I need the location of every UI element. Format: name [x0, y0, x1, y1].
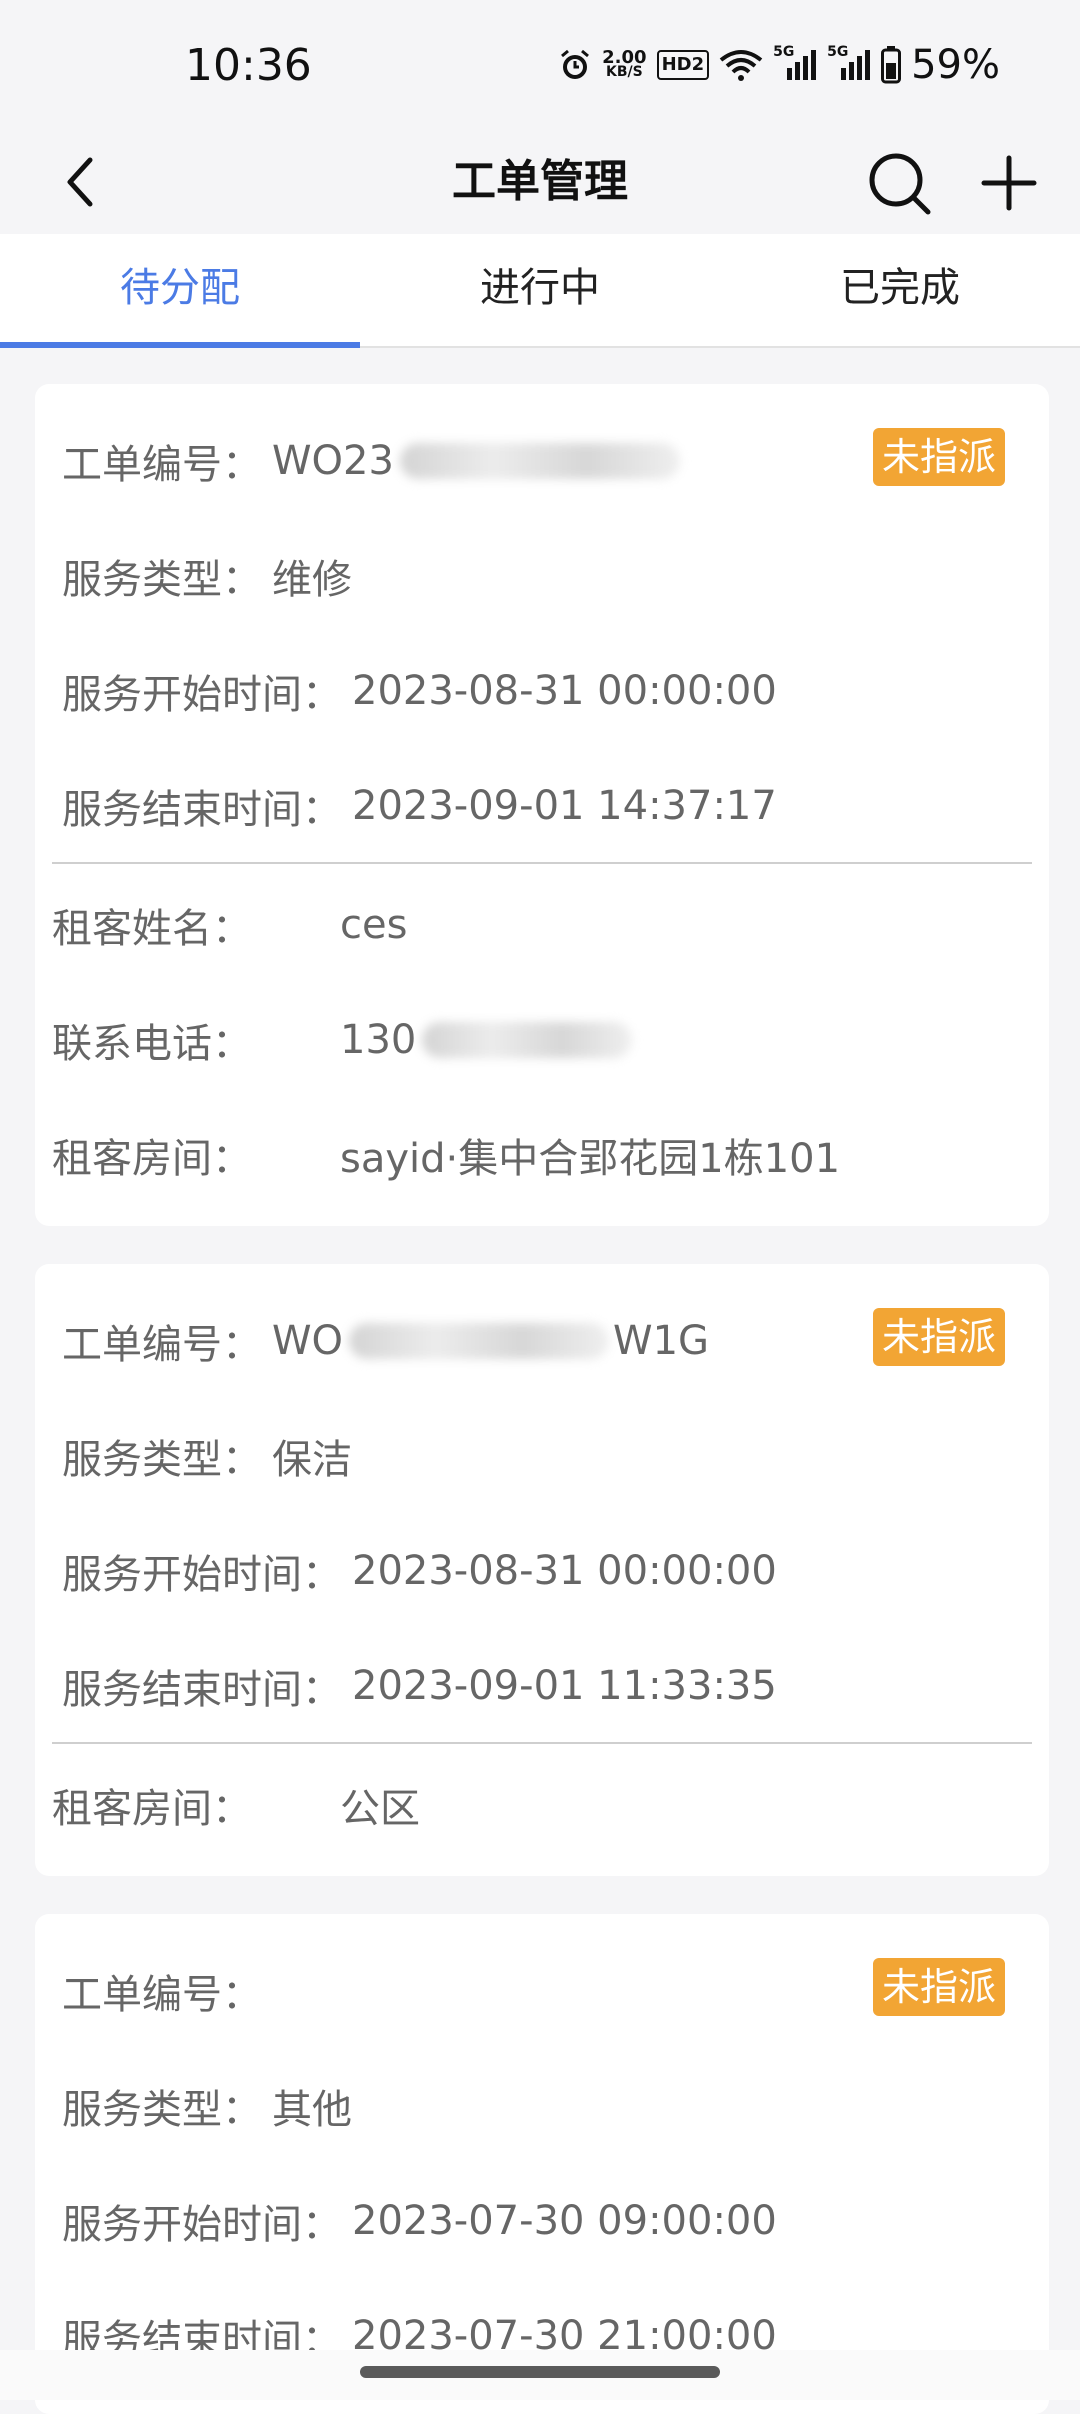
status-time: 10:36 — [185, 39, 312, 91]
service-type-row: 服务类型： 维修 — [62, 547, 352, 605]
redacted-phone — [422, 1022, 633, 1058]
end-time-label: 服务结束时间： — [62, 1667, 342, 1713]
order-no-row: 工单编号： — [62, 1962, 262, 2020]
end-time-row: 服务结束时间： 2023-09-01 14:37:17 — [62, 777, 777, 835]
battery-icon — [881, 46, 902, 84]
net-speed-unit: KB/S — [605, 64, 643, 80]
tab-bar: 待分配 进行中 已完成 — [0, 234, 1080, 348]
service-type-value: 保洁 — [272, 1437, 352, 1483]
room-value: sayid·集中合郢花园1栋101 — [340, 1136, 841, 1182]
order-no-value: WO23 — [272, 438, 394, 484]
start-time-label: 服务开始时间： — [62, 672, 342, 718]
nav-bar: 工单管理 — [0, 130, 1080, 234]
start-time-row: 服务开始时间： 2023-08-31 00:00:00 — [62, 1542, 777, 1600]
phone-row: 联系电话： 130 — [52, 1011, 633, 1069]
start-time-row: 服务开始时间： 2023-07-30 09:00:00 — [62, 2192, 777, 2250]
status-bar: 10:36 2.00 KB/S HD2 5G 5G 59% — [0, 0, 1080, 130]
chevron-left-icon — [67, 157, 93, 207]
service-type-label: 服务类型： — [62, 557, 262, 603]
order-no-value: WO — [272, 1318, 344, 1364]
divider — [52, 862, 1032, 864]
order-no-label: 工单编号： — [62, 442, 262, 488]
hd-icon: HD2 — [656, 50, 710, 80]
service-type-row: 服务类型： 其他 — [62, 2077, 352, 2135]
tenant-name-label: 租客姓名： — [52, 906, 252, 952]
work-order-card[interactable]: 未指派 工单编号： WO23 服务类型： 维修 服务开始时间： 2023-08-… — [35, 384, 1049, 1226]
search-icon — [869, 153, 931, 215]
room-row: 租客房间： sayid·集中合郢花园1栋101 — [52, 1126, 840, 1184]
start-time-value: 2023-08-31 00:00:00 — [352, 668, 777, 714]
service-type-value: 维修 — [272, 557, 352, 603]
net-speed-value: 2.00 — [602, 47, 647, 68]
divider — [52, 1742, 1032, 1744]
room-row: 租客房间： 公区 — [52, 1776, 420, 1834]
wifi-icon — [719, 48, 763, 82]
order-no-row: 工单编号： WO23 — [62, 432, 680, 490]
tab-in-progress[interactable]: 进行中 — [360, 234, 720, 346]
alarm-icon — [558, 48, 592, 82]
room-label: 租客房间： — [52, 1136, 252, 1182]
signal-sim2-icon: 5G — [827, 44, 871, 82]
search-button[interactable] — [868, 152, 932, 216]
end-time-value: 2023-09-01 11:33:35 — [352, 1663, 777, 1709]
service-type-label: 服务类型： — [62, 1437, 262, 1483]
service-type-label: 服务类型： — [62, 2087, 262, 2133]
add-button[interactable] — [978, 152, 1040, 214]
phone-label: 联系电话： — [52, 1021, 252, 1067]
net-speed: 2.00 KB/S — [602, 47, 647, 80]
start-time-value: 2023-08-31 00:00:00 — [352, 1548, 777, 1594]
tab-pending[interactable]: 待分配 — [0, 234, 360, 348]
room-value: 公区 — [340, 1786, 420, 1832]
work-order-card[interactable]: 未指派 工单编号： WO W1G 服务类型： 保洁 服务开始时间： 2023-0… — [35, 1264, 1049, 1876]
order-no-label: 工单编号： — [62, 1322, 262, 1368]
start-time-label: 服务开始时间： — [62, 2202, 342, 2248]
redacted-order-no — [399, 443, 680, 479]
battery-percent: 59% — [911, 42, 1000, 88]
status-badge: 未指派 — [873, 1308, 1005, 1366]
sim1-label: 5G — [773, 44, 795, 60]
status-icons: 2.00 KB/S HD2 5G 5G 59% — [558, 42, 1000, 88]
status-badge: 未指派 — [873, 1958, 1005, 2016]
start-time-row: 服务开始时间： 2023-08-31 00:00:00 — [62, 662, 777, 720]
tenant-name-row: 租客姓名： ces — [52, 896, 407, 954]
order-no-row: 工单编号： WO W1G — [62, 1312, 709, 1370]
status-badge: 未指派 — [873, 428, 1005, 486]
service-type-row: 服务类型： 保洁 — [62, 1427, 352, 1485]
order-no-label: 工单编号： — [62, 1972, 262, 2018]
room-label: 租客房间： — [52, 1786, 252, 1832]
tab-completed[interactable]: 已完成 — [720, 234, 1080, 346]
start-time-value: 2023-07-30 09:00:00 — [352, 2198, 777, 2244]
end-time-value: 2023-09-01 14:37:17 — [352, 783, 777, 829]
back-button[interactable] — [50, 152, 110, 212]
start-time-label: 服务开始时间： — [62, 1552, 342, 1598]
service-type-value: 其他 — [272, 2087, 352, 2133]
plus-icon — [981, 155, 1037, 211]
end-time-row: 服务结束时间： 2023-09-01 11:33:35 — [62, 1657, 777, 1715]
end-time-label: 服务结束时间： — [62, 787, 342, 833]
signal-sim1-icon: 5G — [773, 44, 817, 82]
redacted-order-no — [349, 1323, 610, 1359]
phone-value: 130 — [340, 1017, 417, 1063]
tenant-name-value: ces — [340, 902, 408, 948]
sim2-label: 5G — [827, 44, 849, 60]
order-no-suffix: W1G — [613, 1318, 710, 1364]
home-indicator[interactable] — [360, 2366, 720, 2378]
work-order-card[interactable]: 未指派 工单编号： 服务类型： 其他 服务开始时间： 2023-07-30 09… — [35, 1914, 1049, 2414]
